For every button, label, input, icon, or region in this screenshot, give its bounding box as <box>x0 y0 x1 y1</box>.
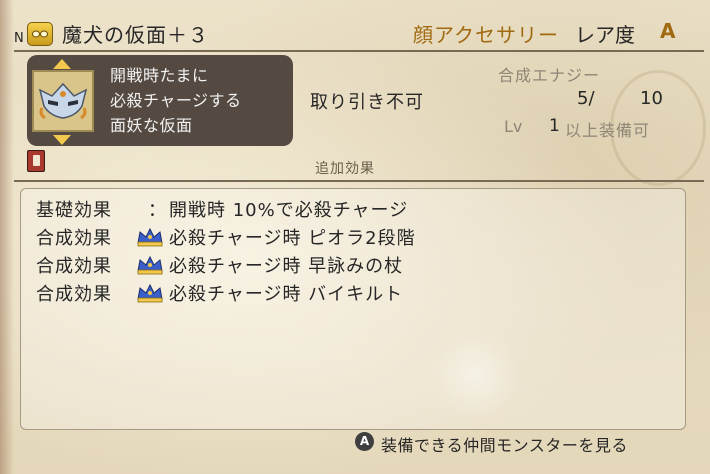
effect-text: 必殺チャージ時 ピオラ2段階 <box>169 228 416 249</box>
trade-status: 取り引き不可 <box>310 92 424 113</box>
slot-marker: N <box>14 31 24 46</box>
extra-effects-title: 追加効果 <box>315 161 375 177</box>
item-category: 顔アクセサリー <box>413 23 559 47</box>
item-name: 魔犬の仮面＋３ <box>62 23 209 47</box>
effect-label: 合成効果 <box>36 228 112 249</box>
level-label: Lv <box>504 117 523 136</box>
synthesis-energy-current: 5/ <box>577 88 595 109</box>
crown-icon <box>135 254 165 281</box>
effect-label: 合成効果 <box>36 284 112 305</box>
effect-label: 基礎効果 <box>36 200 112 221</box>
mask-icon <box>36 80 90 128</box>
synthesis-energy-label: 合成エナジー <box>498 66 601 85</box>
description-line: 開戦時たまに <box>110 66 209 85</box>
item-description: 開戦時たまに 必殺チャージする 面妖な仮面 <box>110 63 242 138</box>
rarity-value: A <box>660 19 676 43</box>
effect-text: 必殺チャージ時 早詠みの杖 <box>169 256 404 277</box>
level-requirement-suffix: 以上装備可 <box>565 121 651 140</box>
view-equippable-monsters-button[interactable]: 装備できる仲間モンスターを見る <box>381 432 628 456</box>
effect-text: 開戦時 10%で必殺チャージ <box>169 200 409 221</box>
description-line: 面妖な仮面 <box>110 116 193 135</box>
crown-icon <box>135 226 165 253</box>
description-line: 必殺チャージする <box>110 91 242 110</box>
book-icon[interactable] <box>27 150 45 172</box>
scroll-down-icon[interactable] <box>53 135 71 145</box>
accessory-slot-icon <box>27 22 53 46</box>
synthesis-energy-max: 10 <box>640 88 663 109</box>
level-value: 1 <box>549 116 560 136</box>
effect-separator: ： <box>148 200 166 221</box>
effect-text: 必殺チャージ時 バイキルト <box>169 284 404 305</box>
section-divider <box>14 180 704 182</box>
effect-label: 合成効果 <box>36 256 112 277</box>
scroll-up-icon[interactable] <box>53 59 71 69</box>
header-divider <box>14 50 704 52</box>
rarity-label: レア度 <box>575 23 635 47</box>
crown-icon <box>135 282 165 309</box>
a-button-icon[interactable]: A <box>355 432 374 451</box>
